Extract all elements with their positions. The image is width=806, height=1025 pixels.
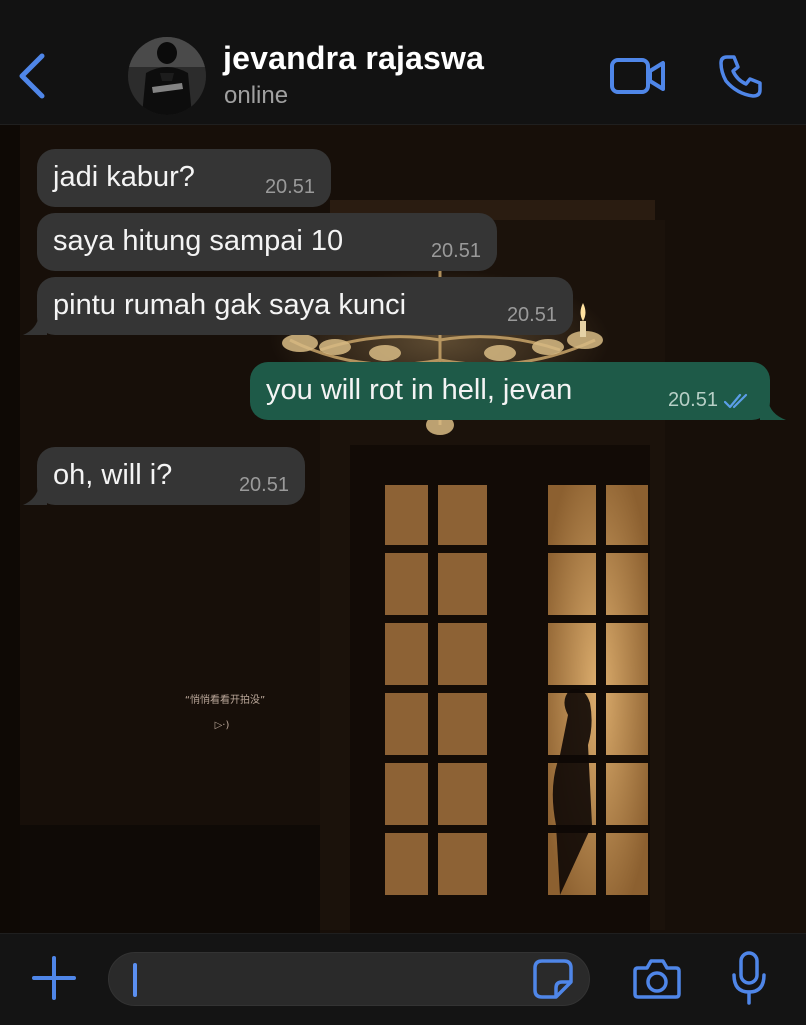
message-bubble-incoming[interactable]: jadi kabur? 20.51 — [37, 149, 331, 207]
bubble-tail — [23, 315, 47, 335]
avatar-image — [128, 37, 206, 115]
message-text: jadi kabur? — [53, 161, 195, 193]
text-caret — [133, 963, 137, 997]
back-button[interactable] — [14, 50, 50, 102]
contact-status: online — [224, 82, 289, 109]
plus-icon — [32, 956, 76, 1000]
message-bubble-incoming[interactable]: oh, will i? 20.51 — [23, 447, 305, 505]
chat-header: jevandra rajaswa online — [0, 0, 806, 125]
wallpaper-caption: “悄悄看看开拍没” — [185, 693, 265, 706]
message-bubble-outgoing[interactable]: you will rot in hell, jevan 20.51 — [250, 362, 786, 420]
message-time: 20.51 — [238, 474, 289, 496]
contact-avatar[interactable] — [128, 37, 206, 115]
message-input[interactable] — [108, 952, 590, 1006]
message-time: 20.51 — [506, 304, 557, 326]
message-time: 20.51 — [430, 240, 481, 262]
chevron-left-icon — [19, 53, 45, 99]
microphone-icon — [732, 951, 766, 1005]
message-bubble-incoming[interactable]: pintu rumah gak saya kunci 20.51 — [23, 277, 573, 335]
message-text: you will rot in hell, jevan — [266, 374, 573, 406]
message-time: 20.51 — [264, 176, 315, 198]
message-text: oh, will i? — [53, 459, 173, 491]
sticker-button[interactable] — [532, 958, 574, 1000]
message-text: pintu rumah gak saya kunci — [53, 289, 407, 321]
voice-call-button[interactable] — [717, 52, 765, 100]
sticker-icon — [533, 959, 573, 999]
message-time: 20.51 — [667, 389, 718, 411]
read-receipt-double-check-icon — [724, 393, 748, 409]
camera-button[interactable] — [632, 956, 682, 1002]
phone-icon — [719, 55, 762, 98]
voice-message-button[interactable] — [731, 950, 767, 1006]
video-camera-icon — [610, 58, 665, 94]
bubble-tail — [760, 400, 786, 420]
wallpaper-caption-symbol: ▷·) — [215, 720, 230, 731]
message-text: saya hitung sampai 10 — [53, 225, 344, 257]
contact-name[interactable]: jevandra rajaswa — [223, 40, 484, 77]
video-call-button[interactable] — [609, 56, 667, 96]
message-bubble-incoming[interactable]: saya hitung sampai 10 20.51 — [37, 213, 497, 271]
attach-button[interactable] — [30, 954, 78, 1002]
camera-icon — [633, 959, 681, 999]
bubble-tail — [23, 485, 47, 505]
